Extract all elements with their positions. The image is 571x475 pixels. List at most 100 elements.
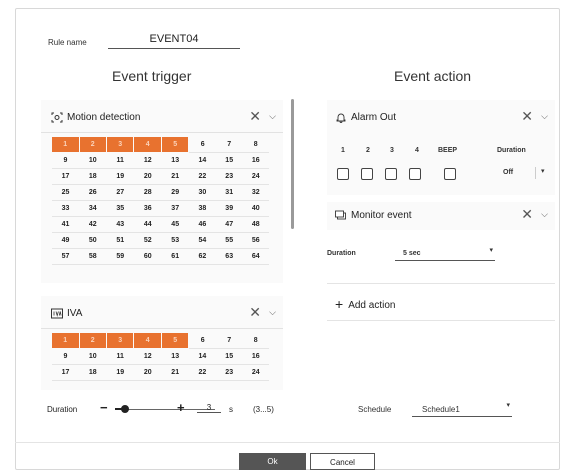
motion-channel-4[interactable]: 4 (133, 137, 162, 153)
iva-channel-7[interactable]: 7 (215, 333, 243, 349)
motion-channel-21[interactable]: 21 (161, 168, 189, 185)
add-action-button[interactable]: + Add action (335, 295, 395, 312)
motion-channel-55[interactable]: 55 (215, 232, 243, 249)
iva-channel-19[interactable]: 19 (106, 364, 134, 381)
cancel-button[interactable]: Cancel (310, 453, 375, 470)
iva-channel-12[interactable]: 12 (133, 348, 162, 365)
iva-channel-20[interactable]: 20 (133, 364, 162, 381)
alarm-duration-select[interactable]: Off (503, 169, 513, 176)
iva-channel-6[interactable]: 6 (188, 333, 216, 349)
motion-channel-45[interactable]: 45 (161, 216, 189, 233)
motion-channel-2[interactable]: 2 (79, 137, 107, 153)
motion-channel-12[interactable]: 12 (133, 152, 162, 169)
motion-channel-49[interactable]: 49 (52, 232, 79, 249)
motion-channel-24[interactable]: 24 (242, 168, 269, 185)
iva-channel-14[interactable]: 14 (188, 348, 216, 365)
duration-slider-thumb[interactable] (121, 405, 129, 413)
increase-button[interactable]: + (177, 400, 185, 415)
motion-channel-25[interactable]: 25 (52, 184, 79, 201)
motion-channel-15[interactable]: 15 (215, 152, 243, 169)
motion-channel-26[interactable]: 26 (79, 184, 107, 201)
beep-checkbox[interactable] (444, 168, 456, 180)
rule-name-input[interactable]: EVENT04 (108, 33, 240, 49)
motion-channel-9[interactable]: 9 (52, 152, 79, 169)
chevron-down-icon[interactable]: ⌵ (541, 111, 548, 122)
alarm-out-header[interactable]: Alarm Out ✕ ⌵ (327, 100, 555, 132)
motion-channel-19[interactable]: 19 (106, 168, 134, 185)
trigger-list-scrollbar[interactable] (291, 99, 294, 229)
iva-channel-5[interactable]: 5 (161, 333, 190, 349)
iva-channel-15[interactable]: 15 (215, 348, 243, 365)
motion-channel-44[interactable]: 44 (133, 216, 162, 233)
motion-channel-52[interactable]: 52 (133, 232, 162, 249)
iva-channel-11[interactable]: 11 (106, 348, 134, 365)
iva-channel-2[interactable]: 2 (79, 333, 107, 349)
motion-channel-59[interactable]: 59 (106, 248, 134, 265)
motion-channel-10[interactable]: 10 (79, 152, 107, 169)
alarm-2-checkbox[interactable] (361, 168, 373, 180)
schedule-select[interactable]: Schedule1 ▾ (412, 400, 512, 417)
motion-channel-3[interactable]: 3 (106, 137, 135, 153)
motion-channel-35[interactable]: 35 (106, 200, 134, 217)
motion-detection-header[interactable]: Motion detection ✕ ⌵ (41, 100, 283, 132)
motion-channel-58[interactable]: 58 (79, 248, 107, 265)
motion-channel-5[interactable]: 5 (161, 137, 190, 153)
iva-channel-18[interactable]: 18 (79, 364, 107, 381)
iva-channel-3[interactable]: 3 (106, 333, 135, 349)
close-icon[interactable]: ✕ (521, 206, 533, 223)
iva-channel-4[interactable]: 4 (133, 333, 162, 349)
motion-channel-13[interactable]: 13 (161, 152, 189, 169)
iva-channel-8[interactable]: 8 (242, 333, 269, 349)
motion-channel-46[interactable]: 46 (188, 216, 216, 233)
motion-channel-29[interactable]: 29 (161, 184, 189, 201)
motion-channel-50[interactable]: 50 (79, 232, 107, 249)
motion-channel-22[interactable]: 22 (188, 168, 216, 185)
motion-channel-8[interactable]: 8 (242, 137, 269, 153)
motion-channel-56[interactable]: 56 (242, 232, 269, 249)
motion-channel-27[interactable]: 27 (106, 184, 134, 201)
close-icon[interactable]: ✕ (249, 108, 261, 125)
motion-channel-53[interactable]: 53 (161, 232, 189, 249)
alarm-4-checkbox[interactable] (409, 168, 421, 180)
motion-channel-47[interactable]: 47 (215, 216, 243, 233)
dropdown-caret-icon[interactable]: ▾ (541, 167, 545, 175)
motion-channel-54[interactable]: 54 (188, 232, 216, 249)
chevron-down-icon[interactable]: ⌵ (269, 111, 276, 122)
motion-channel-36[interactable]: 36 (133, 200, 162, 217)
alarm-1-checkbox[interactable] (337, 168, 349, 180)
motion-channel-31[interactable]: 31 (215, 184, 243, 201)
iva-header[interactable]: IVA ✕ ⌵ (41, 296, 283, 328)
motion-channel-18[interactable]: 18 (79, 168, 107, 185)
motion-channel-6[interactable]: 6 (188, 137, 216, 153)
iva-channel-10[interactable]: 10 (79, 348, 107, 365)
iva-channel-21[interactable]: 21 (161, 364, 189, 381)
motion-channel-7[interactable]: 7 (215, 137, 243, 153)
iva-channel-16[interactable]: 16 (242, 348, 269, 365)
motion-channel-14[interactable]: 14 (188, 152, 216, 169)
chevron-down-icon[interactable]: ⌵ (269, 307, 276, 318)
motion-channel-11[interactable]: 11 (106, 152, 134, 169)
motion-channel-41[interactable]: 41 (52, 216, 79, 233)
motion-channel-38[interactable]: 38 (188, 200, 216, 217)
monitor-duration-select[interactable]: 5 sec ▾ (395, 246, 495, 261)
motion-channel-40[interactable]: 40 (242, 200, 269, 217)
decrease-button[interactable]: − (100, 400, 108, 415)
motion-channel-62[interactable]: 62 (188, 248, 216, 265)
motion-channel-30[interactable]: 30 (188, 184, 216, 201)
close-icon[interactable]: ✕ (249, 304, 261, 321)
chevron-down-icon[interactable]: ⌵ (541, 209, 548, 220)
monitor-event-header[interactable]: Monitor event ✕ ⌵ (327, 202, 555, 230)
motion-channel-1[interactable]: 1 (52, 137, 80, 153)
motion-channel-16[interactable]: 16 (242, 152, 269, 169)
motion-channel-28[interactable]: 28 (133, 184, 162, 201)
iva-channel-9[interactable]: 9 (52, 348, 79, 365)
motion-channel-39[interactable]: 39 (215, 200, 243, 217)
motion-channel-20[interactable]: 20 (133, 168, 162, 185)
iva-channel-24[interactable]: 24 (242, 364, 269, 381)
motion-channel-32[interactable]: 32 (242, 184, 269, 201)
motion-channel-43[interactable]: 43 (106, 216, 134, 233)
motion-channel-33[interactable]: 33 (52, 200, 79, 217)
iva-channel-17[interactable]: 17 (52, 364, 79, 381)
motion-channel-64[interactable]: 64 (242, 248, 269, 265)
iva-channel-22[interactable]: 22 (188, 364, 216, 381)
